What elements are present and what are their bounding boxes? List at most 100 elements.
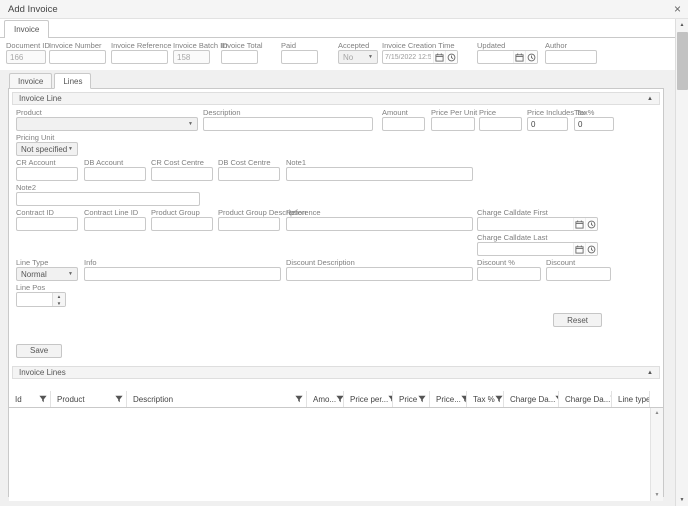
grid-column-charge-date-first[interactable]: Charge Da...	[504, 391, 559, 407]
grid-column-price[interactable]: Price	[393, 391, 430, 407]
invoice-header-form: Document ID Invoice Number Invoice Refer…	[0, 38, 675, 70]
pricing-unit-dropdown[interactable]: Not specified ▼	[16, 142, 78, 156]
scroll-up-icon[interactable]: ▲	[676, 19, 688, 31]
accepted-dropdown[interactable]: No ▼	[338, 50, 378, 64]
contract-id-field: Contract ID	[16, 208, 78, 231]
clock-icon[interactable]	[585, 242, 597, 256]
price-includes-tax-input[interactable]	[527, 117, 568, 131]
note2-input[interactable]	[16, 192, 200, 206]
updated-field: Updated	[477, 41, 538, 70]
document-id-input[interactable]	[6, 50, 46, 64]
line-type-dropdown[interactable]: Normal ▼	[16, 267, 78, 281]
note1-input[interactable]	[286, 167, 473, 181]
funnel-icon[interactable]	[495, 395, 503, 403]
description-label: Description	[203, 108, 373, 117]
tab-invoice[interactable]: Invoice	[9, 73, 52, 89]
product-group-input[interactable]	[151, 217, 213, 231]
invoice-number-input[interactable]	[49, 50, 106, 64]
info-input[interactable]	[84, 267, 281, 281]
updated-input[interactable]	[478, 51, 513, 63]
funnel-icon[interactable]	[418, 395, 426, 403]
grid-column-amount[interactable]: Amo...	[307, 391, 344, 407]
funnel-icon[interactable]	[39, 395, 47, 403]
funnel-icon[interactable]	[295, 395, 303, 403]
grid-column-tax-percent[interactable]: Tax %	[467, 391, 504, 407]
grid-column-product[interactable]: Product	[51, 391, 127, 407]
product-dropdown[interactable]: ▼	[16, 117, 198, 131]
scrollbar-thumb[interactable]	[677, 32, 688, 90]
contract-line-id-label: Contract Line ID	[84, 208, 146, 217]
scroll-up-icon[interactable]: ▲	[651, 408, 663, 419]
db-account-input[interactable]	[84, 167, 146, 181]
db-cost-centre-input[interactable]	[218, 167, 280, 181]
invoice-number-label: Invoice Number	[49, 41, 106, 50]
invoice-creation-time-input[interactable]	[383, 51, 433, 63]
invoice-total-input[interactable]	[221, 50, 258, 64]
tax-percent-input[interactable]	[574, 117, 614, 131]
note1-field: Note1	[286, 158, 473, 181]
invoice-batch-id-input[interactable]	[173, 50, 210, 64]
scroll-down-icon[interactable]: ▼	[651, 490, 663, 501]
dialog-vertical-scrollbar[interactable]: ▲ ▼	[675, 19, 688, 506]
note1-label: Note1	[286, 158, 473, 167]
discount-input[interactable]	[546, 267, 611, 281]
collapse-up-icon[interactable]: ▲	[647, 96, 653, 102]
charge-calldate-last-picker	[477, 242, 598, 256]
grid-header-corner	[650, 391, 663, 407]
clock-icon[interactable]	[585, 217, 597, 231]
cr-account-input[interactable]	[16, 167, 78, 181]
grid-column-line-type[interactable]: Line type	[612, 391, 650, 407]
product-group-description-input[interactable]	[218, 217, 280, 231]
accepted-value: No	[343, 53, 353, 62]
grid-column-charge-date-last[interactable]: Charge Da...	[559, 391, 612, 407]
chevron-down-icon: ▼	[368, 54, 373, 60]
clock-icon[interactable]	[445, 50, 457, 64]
discount-description-input[interactable]	[286, 267, 473, 281]
invoice-reference-input[interactable]	[111, 50, 168, 64]
author-input[interactable]	[545, 50, 597, 64]
invoice-lines-section-header[interactable]: Invoice Lines ▲	[12, 366, 660, 379]
reset-button[interactable]: Reset	[553, 313, 602, 327]
scroll-down-icon[interactable]: ▼	[676, 494, 688, 506]
contract-id-label: Contract ID	[16, 208, 78, 217]
spin-down-icon[interactable]: ▼	[53, 300, 65, 307]
save-button[interactable]: Save	[16, 344, 62, 358]
funnel-icon[interactable]	[336, 395, 344, 403]
charge-calldate-first-input[interactable]	[478, 218, 573, 230]
grid-vertical-scrollbar[interactable]: ▲ ▼	[650, 408, 663, 501]
invoice-line-section-header[interactable]: Invoice Line ▲	[12, 92, 660, 105]
reference-input[interactable]	[286, 217, 473, 231]
funnel-icon[interactable]	[115, 395, 123, 403]
amount-input[interactable]	[382, 117, 425, 131]
line-pos-field: Line Pos ▲ ▼	[16, 283, 66, 307]
calendar-icon[interactable]	[573, 217, 585, 231]
cr-cost-centre-input[interactable]	[151, 167, 213, 181]
paid-input[interactable]	[281, 50, 318, 64]
close-icon[interactable]: ×	[674, 2, 681, 16]
grid-column-description[interactable]: Description	[127, 391, 307, 407]
price-input[interactable]	[479, 117, 522, 131]
grid-column-price-per[interactable]: Price per...	[344, 391, 393, 407]
discount-percent-input[interactable]	[477, 267, 541, 281]
price-per-unit-input[interactable]	[431, 117, 475, 131]
line-pos-input[interactable]	[17, 293, 52, 306]
contract-id-input[interactable]	[16, 217, 78, 231]
contract-line-id-input[interactable]	[84, 217, 146, 231]
grid-column-id[interactable]: Id	[9, 391, 51, 407]
calendar-icon[interactable]	[573, 242, 585, 256]
clock-icon[interactable]	[525, 50, 537, 64]
description-input[interactable]	[203, 117, 373, 131]
inner-tabstrip: Invoice Lines	[9, 73, 93, 89]
tab-lines[interactable]: Lines	[54, 73, 91, 89]
contract-line-id-field: Contract Line ID	[84, 208, 146, 231]
grid-column-price-includes[interactable]: Price...	[430, 391, 467, 407]
charge-calldate-first-field: Charge Calldate First	[477, 208, 598, 231]
collapse-up-icon[interactable]: ▲	[647, 370, 653, 376]
charge-calldate-last-input[interactable]	[478, 243, 573, 255]
calendar-icon[interactable]	[513, 50, 525, 64]
spin-up-icon[interactable]: ▲	[53, 293, 65, 300]
tab-invoice-outer[interactable]: Invoice	[4, 20, 49, 38]
cr-account-field: CR Account	[16, 158, 78, 181]
calendar-icon[interactable]	[433, 50, 445, 64]
price-includes-tax-field: Price Includes Tax	[527, 108, 568, 131]
